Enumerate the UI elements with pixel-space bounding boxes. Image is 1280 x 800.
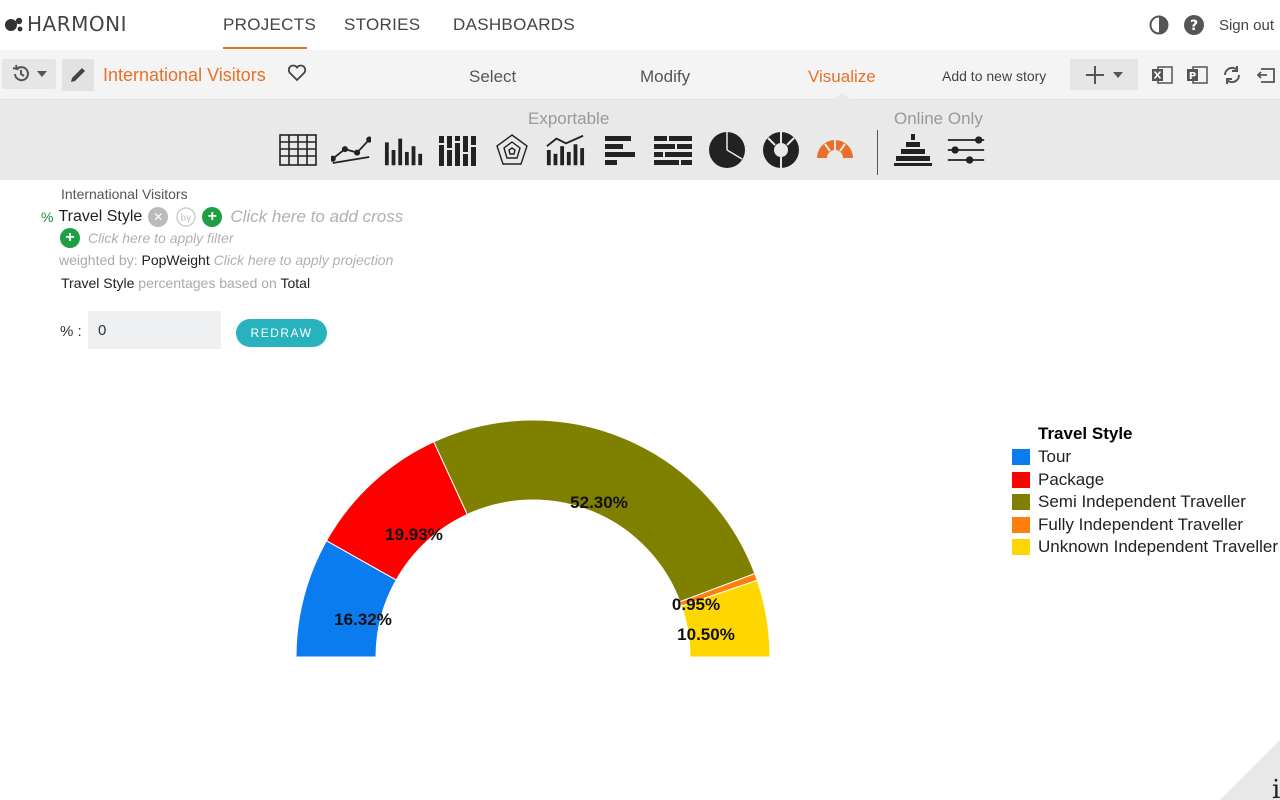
legend-title: Travel Style [1038, 424, 1133, 443]
weighted-by-label: weighted by: [59, 252, 138, 268]
chart-legend: Travel Style Tour Package Semi Independent… [1012, 424, 1278, 559]
tab-visualize[interactable]: Visualize [808, 67, 876, 87]
legend-item[interactable]: Semi Independent Traveller [1012, 491, 1278, 514]
legend-swatch [1012, 539, 1030, 556]
slice-data-label: 16.32% [334, 610, 392, 629]
contrast-icon[interactable] [1149, 15, 1169, 35]
remove-variable-icon[interactable]: ✕ [148, 207, 169, 227]
online-only-label: Online Only [894, 109, 983, 128]
add-to-story-label[interactable]: Add to new story [942, 68, 1046, 84]
favorite-heart-icon[interactable] [287, 64, 307, 82]
apply-filter-hint[interactable]: Click here to apply filter [88, 230, 234, 246]
svg-text:by: by [181, 214, 193, 224]
percentage-base[interactable]: Total [280, 275, 310, 291]
percent-threshold-label: % : [60, 323, 82, 340]
legend-item[interactable]: Tour [1012, 446, 1278, 469]
percent-threshold-input[interactable] [88, 311, 221, 349]
legend-label: Tour [1038, 447, 1072, 467]
percentage-variable: Travel Style [61, 275, 135, 291]
help-icon[interactable]: ? [1183, 14, 1205, 36]
plus-icon [1086, 65, 1104, 84]
legend-label: Unknown Independent Traveller [1038, 537, 1279, 557]
chevron-down-icon [1113, 71, 1123, 78]
data-source-label: International Visitors [61, 186, 188, 202]
legend-item[interactable]: Package [1012, 469, 1278, 492]
info-icon: i [1272, 775, 1280, 800]
variable-name[interactable]: Travel Style [58, 208, 142, 226]
top-nav: HARMONI PROJECTS STORIES DASHBOARDS ? Si… [0, 0, 1280, 50]
percentages-based-on-label: percentages based on [138, 275, 277, 291]
add-to-story-button[interactable] [1070, 59, 1138, 90]
tab-select[interactable]: Select [469, 67, 516, 87]
semi-donut-chart: 16.32% 19.93% 52.30% 0.95% 10.50% [295, 419, 771, 658]
donut-chart-icon[interactable] [761, 132, 801, 168]
slice-data-label: 52.30% [570, 493, 628, 512]
line-chart-icon[interactable] [331, 132, 371, 168]
pencil-icon [71, 68, 85, 82]
apply-projection-hint[interactable]: Click here to apply projection [214, 252, 394, 268]
filter-row: + Click here to apply filter [60, 228, 234, 248]
project-toolbar: International Visitors Select Modify Vis… [0, 50, 1280, 101]
history-button[interactable] [2, 59, 56, 89]
by-cross-icon[interactable]: by [174, 206, 198, 228]
legend-label: Fully Independent Traveller [1038, 514, 1244, 534]
bar-chart-icon[interactable] [384, 132, 424, 168]
slice-data-label: 10.50% [677, 625, 735, 644]
slice-data-label: 0.95% [672, 595, 720, 614]
legend-label: Semi Independent Traveller [1038, 492, 1246, 512]
strip-divider [877, 130, 878, 175]
horizontal-bar-icon[interactable] [600, 132, 640, 168]
weight-row: weighted by: PopWeight Click here to app… [59, 252, 393, 268]
nav-projects[interactable]: PROJECTS [223, 15, 316, 35]
chevron-down-icon [37, 71, 47, 77]
logo-text: HARMONI [27, 12, 127, 36]
legend-swatch [1012, 516, 1030, 533]
add-cross-hint[interactable]: Click here to add cross [230, 207, 403, 227]
percentage-base-row: Travel Style percentages based on Total [61, 275, 310, 291]
history-icon [12, 64, 29, 82]
info-corner[interactable]: i [1220, 740, 1280, 800]
radar-chart-icon[interactable] [492, 132, 532, 168]
legend-item[interactable]: Fully Independent Traveller [1012, 514, 1278, 537]
legend-label: Package [1038, 469, 1105, 489]
powerpoint-export-icon[interactable]: P [1185, 64, 1209, 86]
excel-export-icon[interactable] [1150, 64, 1174, 86]
slice-data-label: 19.93% [385, 525, 443, 544]
edit-title-button[interactable] [62, 59, 94, 91]
project-title[interactable]: International Visitors [103, 65, 266, 86]
export-tools: P [1150, 64, 1277, 86]
redraw-button[interactable]: REDRAW [236, 319, 327, 347]
harmoni-logo[interactable]: HARMONI [4, 12, 127, 36]
pyramid-chart-icon[interactable] [893, 132, 933, 168]
variable-row: % Travel Style ✕ by + Click here to add … [41, 206, 403, 228]
tab-modify[interactable]: Modify [640, 67, 690, 87]
slider-filter-icon[interactable] [946, 132, 986, 168]
stacked-bar-icon[interactable] [653, 132, 693, 168]
sign-out-link[interactable]: Sign out [1219, 17, 1274, 34]
refresh-icon[interactable] [1220, 64, 1244, 86]
stacked-column-icon[interactable] [438, 132, 478, 168]
semi-donut-chart-icon[interactable] [815, 132, 855, 168]
top-right-actions: ? Sign out [1149, 14, 1274, 36]
combo-chart-icon[interactable] [545, 132, 585, 168]
nav-dashboards[interactable]: DASHBOARDS [453, 15, 575, 35]
percent-indicator: % [41, 209, 54, 225]
nav-active-underline [223, 47, 307, 49]
logo-icon [5, 17, 23, 32]
legend-item[interactable]: Unknown Independent Traveller [1012, 536, 1278, 559]
add-filter-icon[interactable]: + [60, 228, 80, 248]
pie-chart-icon[interactable] [707, 132, 747, 168]
nav-stories[interactable]: STORIES [344, 15, 420, 35]
svg-text:?: ? [1190, 18, 1198, 34]
svg-text:P: P [1189, 71, 1196, 82]
table-chart-icon[interactable] [278, 132, 318, 168]
legend-swatch [1012, 471, 1030, 488]
chart-type-strip: Exportable Online Only [0, 100, 1280, 180]
add-cross-icon[interactable]: + [202, 207, 223, 227]
legend-swatch [1012, 494, 1030, 511]
exportable-label: Exportable [528, 109, 610, 128]
legend-swatch [1012, 449, 1030, 466]
undo-window-icon[interactable] [1255, 64, 1277, 86]
weight-variable[interactable]: PopWeight [142, 252, 210, 268]
